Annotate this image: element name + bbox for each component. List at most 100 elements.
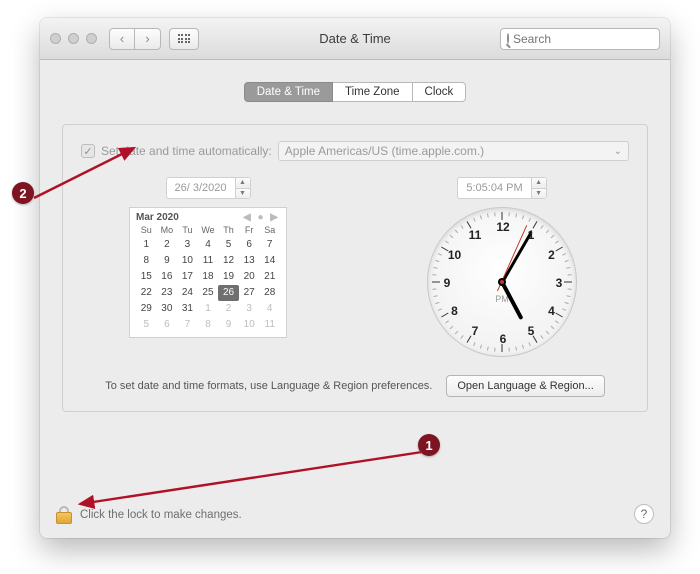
time-server-dropdown[interactable]: Apple Americas/US (time.apple.com.) ⌄ xyxy=(278,141,629,161)
calendar-day[interactable]: 20 xyxy=(239,269,260,285)
clock-tick xyxy=(555,240,559,243)
clock-tick xyxy=(551,235,555,238)
clock-tick xyxy=(487,346,489,350)
calendar-day[interactable]: 9 xyxy=(157,253,178,269)
help-button[interactable]: ? xyxy=(634,504,654,524)
calendar-day[interactable]: 9 xyxy=(218,317,239,333)
calendar-day[interactable]: 11 xyxy=(259,317,280,333)
time-stepper-arrows: ▲ ▼ xyxy=(531,178,546,198)
time-stepper[interactable]: 5:05:04 PM ▲ ▼ xyxy=(457,177,546,199)
calendar-day[interactable]: 17 xyxy=(177,269,198,285)
calendar-day[interactable]: 21 xyxy=(259,269,280,285)
search-input[interactable] xyxy=(513,32,668,46)
calendar-day[interactable]: 15 xyxy=(136,269,157,285)
lock-icon[interactable] xyxy=(56,506,72,524)
auto-checkbox[interactable]: ✓ xyxy=(81,144,95,158)
clock-tick xyxy=(540,225,543,229)
calendar-day[interactable]: 26 xyxy=(218,285,239,301)
lock-bar: Click the lock to make changes. xyxy=(56,506,654,524)
search-icon xyxy=(507,33,509,44)
clock-number: 5 xyxy=(528,324,535,338)
calendar-day[interactable]: 10 xyxy=(239,317,260,333)
calendar-day[interactable]: 5 xyxy=(136,317,157,333)
calendar-dow: Sa xyxy=(259,225,280,237)
clock-tick xyxy=(494,348,495,352)
calendar-day[interactable]: 2 xyxy=(218,301,239,317)
calendar-day[interactable]: 11 xyxy=(198,253,219,269)
tab-clock[interactable]: Clock xyxy=(412,82,467,102)
clock-tick xyxy=(555,247,562,252)
clock-tick xyxy=(566,267,570,269)
calendar-day[interactable]: 7 xyxy=(177,317,198,333)
calendar-day[interactable]: 22 xyxy=(136,285,157,301)
calendar-day[interactable]: 7 xyxy=(259,237,280,253)
clock-number: 2 xyxy=(548,248,555,262)
calendar-day[interactable]: 8 xyxy=(198,317,219,333)
clock-tick xyxy=(528,342,531,346)
date-stepper[interactable]: 26/ 3/2020 ▲ ▼ xyxy=(166,177,251,199)
clock-tick xyxy=(455,230,458,234)
clock-tick xyxy=(450,235,454,238)
calendar-dow: Mo xyxy=(157,225,178,237)
clock-number: 8 xyxy=(451,304,458,318)
zoom-window-icon[interactable] xyxy=(86,33,97,44)
segmented-tabs: Date & Time Time Zone Clock xyxy=(62,82,648,102)
show-all-button[interactable] xyxy=(169,28,199,50)
calendar-day[interactable]: 8 xyxy=(136,253,157,269)
date-step-up[interactable]: ▲ xyxy=(236,178,250,189)
clock-tick xyxy=(508,212,509,216)
calendar-day[interactable]: 10 xyxy=(177,253,198,269)
time-step-down[interactable]: ▼ xyxy=(532,189,546,199)
calendar-nav[interactable]: ◀ ● ▶ xyxy=(243,212,280,223)
calendar-day[interactable]: 6 xyxy=(239,237,260,253)
calendar-dow: Su xyxy=(136,225,157,237)
calendar-dow: Tu xyxy=(177,225,198,237)
time-step-up[interactable]: ▲ xyxy=(532,178,546,189)
analog-clock[interactable]: PM 121234567891011 xyxy=(427,207,577,357)
calendar-dow: We xyxy=(198,225,219,237)
calendar-day[interactable]: 1 xyxy=(136,237,157,253)
calendar-day[interactable]: 4 xyxy=(198,237,219,253)
calendar-day[interactable]: 14 xyxy=(259,253,280,269)
calendar-day[interactable]: 1 xyxy=(198,301,219,317)
search-field[interactable] xyxy=(500,28,660,50)
calendar-day[interactable]: 3 xyxy=(239,301,260,317)
time-value: 5:05:04 PM xyxy=(458,182,530,194)
calendar-day[interactable]: 28 xyxy=(259,285,280,301)
calendar-day[interactable]: 24 xyxy=(177,285,198,301)
calendar-dow: Th xyxy=(218,225,239,237)
close-window-icon[interactable] xyxy=(50,33,61,44)
preferences-window: ‹ › Date & Time Date & Time Time Zone Cl… xyxy=(40,18,670,538)
back-button[interactable]: ‹ xyxy=(109,28,135,50)
calendar-day[interactable]: 3 xyxy=(177,237,198,253)
calendar-day[interactable]: 4 xyxy=(259,301,280,317)
calendar-day[interactable]: 25 xyxy=(198,285,219,301)
minimize-window-icon[interactable] xyxy=(68,33,79,44)
calendar-day[interactable]: 23 xyxy=(157,285,178,301)
open-language-region-button[interactable]: Open Language & Region... xyxy=(446,375,604,397)
tab-time-zone[interactable]: Time Zone xyxy=(333,82,412,102)
calendar-day[interactable]: 13 xyxy=(239,253,260,269)
calendar-day[interactable]: 16 xyxy=(157,269,178,285)
clock-tick xyxy=(562,253,566,256)
calendar-day[interactable]: 6 xyxy=(157,317,178,333)
calendar-day[interactable]: 12 xyxy=(218,253,239,269)
calendar[interactable]: Mar 2020 ◀ ● ▶ SuMoTuWeThFrSa12345678910… xyxy=(129,207,287,338)
calendar-day[interactable]: 18 xyxy=(198,269,219,285)
calendar-day[interactable]: 5 xyxy=(218,237,239,253)
calendar-day[interactable]: 30 xyxy=(157,301,178,317)
clock-tick xyxy=(433,267,437,269)
calendar-day[interactable]: 29 xyxy=(136,301,157,317)
calendar-day[interactable]: 27 xyxy=(239,285,260,301)
calendar-dow: Fr xyxy=(239,225,260,237)
lock-text: Click the lock to make changes. xyxy=(80,509,242,521)
date-step-down[interactable]: ▼ xyxy=(236,189,250,199)
tab-date-time[interactable]: Date & Time xyxy=(244,82,333,102)
clock-tick xyxy=(432,288,436,289)
calendar-day[interactable]: 19 xyxy=(218,269,239,285)
forward-button[interactable]: › xyxy=(135,28,161,50)
calendar-day[interactable]: 2 xyxy=(157,237,178,253)
calendar-day[interactable]: 31 xyxy=(177,301,198,317)
clock-tick xyxy=(432,282,440,283)
clock-tick xyxy=(568,288,572,289)
